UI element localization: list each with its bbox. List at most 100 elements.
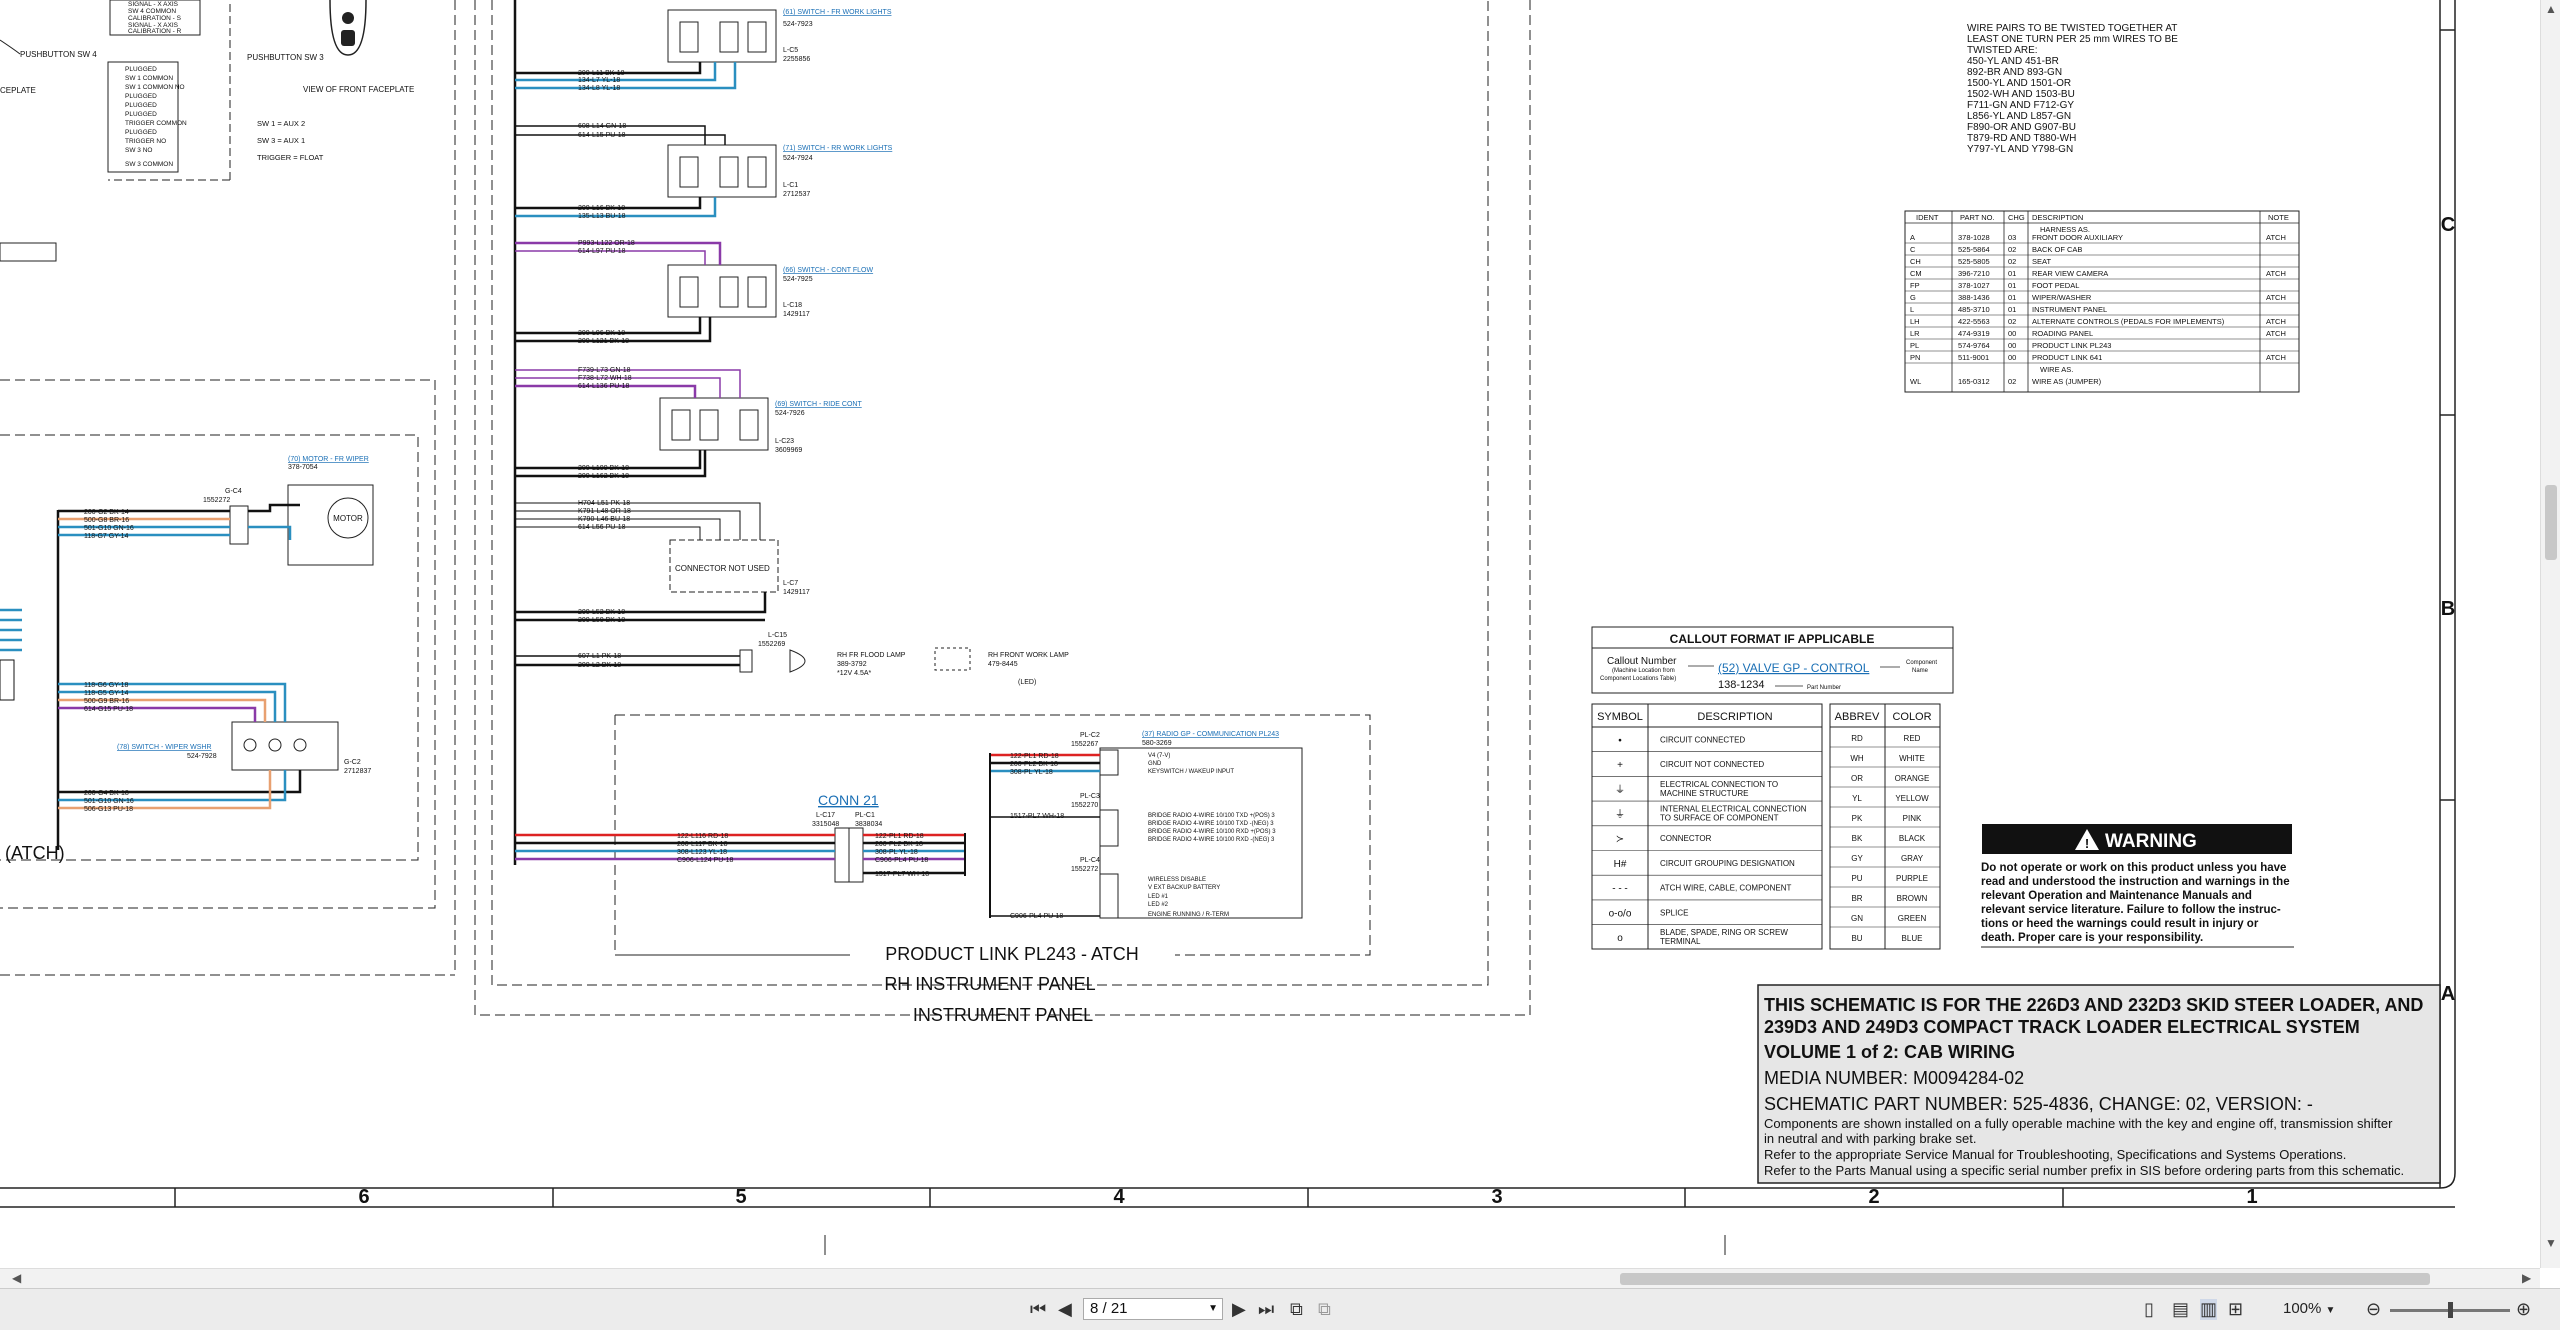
callout-example[interactable]: (52) VALVE GP - CONTROL: [1718, 661, 1870, 675]
harness-cell: ATCH: [2266, 329, 2286, 338]
color-abbrev: OR: [1851, 774, 1863, 783]
callout-note-0: (Machine Location from: [1612, 668, 1675, 674]
harness-cell: 02: [2008, 257, 2016, 266]
wiper-motor-link[interactable]: (70) MOTOR - FR WIPER: [288, 456, 369, 463]
atch-label: (ATCH): [5, 843, 65, 863]
faceplate-left-label: CEPLATE: [0, 86, 36, 95]
horizontal-scroll-thumb[interactable]: [1620, 1273, 2430, 1285]
continuous-page-icon[interactable]: ▤: [2172, 1299, 2189, 1320]
zoom-in-icon[interactable]: ⊕: [2516, 1299, 2531, 1320]
harness-cell: 02: [2008, 317, 2016, 326]
facing-page-icon[interactable]: ▥: [2200, 1299, 2218, 1320]
wiper-switch-link[interactable]: (78) SWITCH - WIPER WSHR: [117, 744, 212, 751]
pin-top-1: SW 4 COMMON: [128, 8, 176, 15]
page-dropdown-icon[interactable]: ▼: [1208, 1299, 1218, 1319]
color-name: PURPLE: [1896, 874, 1928, 883]
switch-3-wire-top-1: 614-L97 PU-18: [578, 248, 626, 255]
harness-cell: 01: [2008, 305, 2016, 314]
twist-pair-7: T879-RD AND T880-WH: [1967, 133, 2076, 144]
first-page-icon[interactable]: ⏮: [1030, 1299, 1046, 1320]
color-name: GREEN: [1898, 914, 1927, 923]
page-number-input[interactable]: 8 / 21 ▼: [1083, 1298, 1223, 1320]
cnu-wire-top-0: H704-L51 PK-18: [578, 500, 630, 507]
vertical-scrollbar[interactable]: ▲ ▼: [2540, 0, 2560, 1268]
switch-wire-bottom-0: 200-G4 BK-18: [84, 790, 129, 797]
pl-c4-pin-0: WIRELESS DISABLE: [1148, 877, 1206, 883]
scroll-down-icon[interactable]: ▼: [2545, 1236, 2557, 1250]
twist-pair-0: 450-YL AND 451-BR: [1967, 56, 2059, 67]
warning-title: WARNING: [2105, 831, 2197, 852]
warning-line-0: Do not operate or work on this product u…: [1981, 862, 2286, 874]
switch-2-link[interactable]: (71) SWITCH - RR WORK LIGHTS: [783, 145, 893, 152]
scroll-left-icon[interactable]: ◀: [12, 1271, 21, 1285]
wiper-switch-conn-part: 2712837: [344, 768, 371, 775]
callout-part-example: 138-1234: [1718, 679, 1765, 691]
harness-h-2: CHG: [2008, 213, 2025, 222]
pin-9: SW 3 NO: [125, 147, 152, 154]
pin-2: SW 1 COMMON NO: [125, 84, 185, 91]
switch-fr-work-lights: (61) SWITCH - FR WORK LIGHTS 524-7923 L-…: [515, 9, 892, 92]
harness-cell: CM: [1910, 269, 1922, 278]
switch-4-link[interactable]: (69) SWITCH - RIDE CONT: [775, 401, 862, 408]
symbol-glyph-icon: ⏚: [1615, 784, 1625, 796]
fit-page-icon[interactable]: ⧉: [1290, 1299, 1303, 1320]
fit-width-icon[interactable]: ⧉: [1318, 1299, 1331, 1320]
single-page-icon[interactable]: ▯: [2144, 1299, 2154, 1320]
last-page-icon[interactable]: ⏭: [1258, 1299, 1274, 1320]
pl-c3-pin-2: BRIDGE RADIO 4-WIRE 10/100 RXD +(POS) 3: [1148, 829, 1276, 835]
harness-cell: ROADING PANEL: [2032, 329, 2093, 338]
flood-lamp: L-C15 1552269 607-L1 PK-18 200-L2 BK-18 …: [515, 632, 1069, 686]
scroll-right-icon[interactable]: ▶: [2522, 1271, 2531, 1285]
harness-cell: 00: [2008, 353, 2016, 362]
front-lamp-part: 479-8445: [988, 661, 1018, 668]
twist-heading-0: WIRE PAIRS TO BE TWISTED TOGETHER AT: [1967, 23, 2177, 34]
color-name: GRAY: [1901, 854, 1924, 863]
vertical-scroll-thumb[interactable]: [2545, 485, 2557, 560]
symbol-description: ELECTRICAL CONNECTION TO: [1660, 780, 1778, 789]
switch-4-wire-1: 200-L162 BK-18: [578, 473, 629, 480]
color-abbrev: PU: [1851, 874, 1862, 883]
harness-cell: 03: [2008, 233, 2016, 242]
continuous-facing-icon[interactable]: ⊞: [2228, 1299, 2243, 1320]
connector-not-used: CONNECTOR NOT USED L-C7 1429117 H704-L51…: [515, 500, 810, 624]
color-name: PINK: [1903, 814, 1922, 823]
zoom-out-icon[interactable]: ⊖: [2366, 1299, 2381, 1320]
switch-3-link[interactable]: (66) SWITCH - CONT FLOW: [783, 267, 873, 274]
color-abbrev: YL: [1852, 794, 1862, 803]
switch-3-conn-part: 1429117: [783, 311, 810, 318]
harness-cell: ATCH: [2266, 353, 2286, 362]
pin-10: SW 3 COMMON: [125, 161, 173, 168]
harness-cell: REAR VIEW CAMERA: [2032, 269, 2108, 278]
switch-wire-top-0: 118-G6 GY-18: [84, 682, 128, 689]
harness-cell: L: [1910, 305, 1914, 314]
radio-link[interactable]: (37) RADIO GP - COMMUNICATION PL243: [1142, 731, 1279, 738]
scroll-up-icon[interactable]: ▲: [2545, 2, 2557, 16]
aux-note-0: SW 1 = AUX 2: [257, 119, 305, 128]
aux-note-2: TRIGGER = FLOAT: [257, 153, 324, 162]
switch-3-conn: L-C18: [783, 302, 802, 309]
conn21-title[interactable]: CONN 21: [818, 792, 879, 808]
front-lamp-tag: (LED): [1018, 679, 1036, 686]
media-number: MEDIA NUMBER: M0094284-02: [1764, 1068, 2024, 1088]
harness-cell: 01: [2008, 293, 2016, 302]
symbol-glyph-icon: o: [1617, 933, 1623, 944]
wiper-switch-part: 524-7928: [187, 753, 217, 760]
next-page-icon[interactable]: ▶: [1232, 1299, 1246, 1320]
connector-not-used-conn-part: 1429117: [783, 589, 810, 596]
zoom-level[interactable]: 100% ▼: [2283, 1300, 2335, 1317]
previous-page-icon[interactable]: ◀: [1058, 1299, 1072, 1320]
conn21-wire-left-3: C906-L124 PU-18: [677, 857, 734, 864]
pl-c3-wire: 1517-PL7 WH-18: [1010, 813, 1064, 820]
horizontal-scrollbar[interactable]: ◀ ▶: [0, 1268, 2540, 1289]
zoom-slider-knob[interactable]: [2448, 1302, 2453, 1318]
product-link-box: PRODUCT LINK PL243 - ATCH RH INSTRUMENT …: [515, 714, 1371, 1025]
grid-col-3: 3: [1491, 1186, 1502, 1208]
zoom-dropdown-icon[interactable]: ▼: [2326, 1305, 2336, 1316]
grid-col-2: 2: [1868, 1186, 1879, 1208]
switch-1-part: 524-7923: [783, 21, 813, 28]
color-name: ORANGE: [1895, 774, 1930, 783]
switch-1-link[interactable]: (61) SWITCH - FR WORK LIGHTS: [783, 9, 892, 16]
harness-cell: LH: [1910, 317, 1920, 326]
symbol-description: CIRCUIT CONNECTED: [1660, 735, 1745, 744]
title-block: THIS SCHEMATIC IS FOR THE 226D3 AND 232D…: [1757, 984, 2441, 1184]
